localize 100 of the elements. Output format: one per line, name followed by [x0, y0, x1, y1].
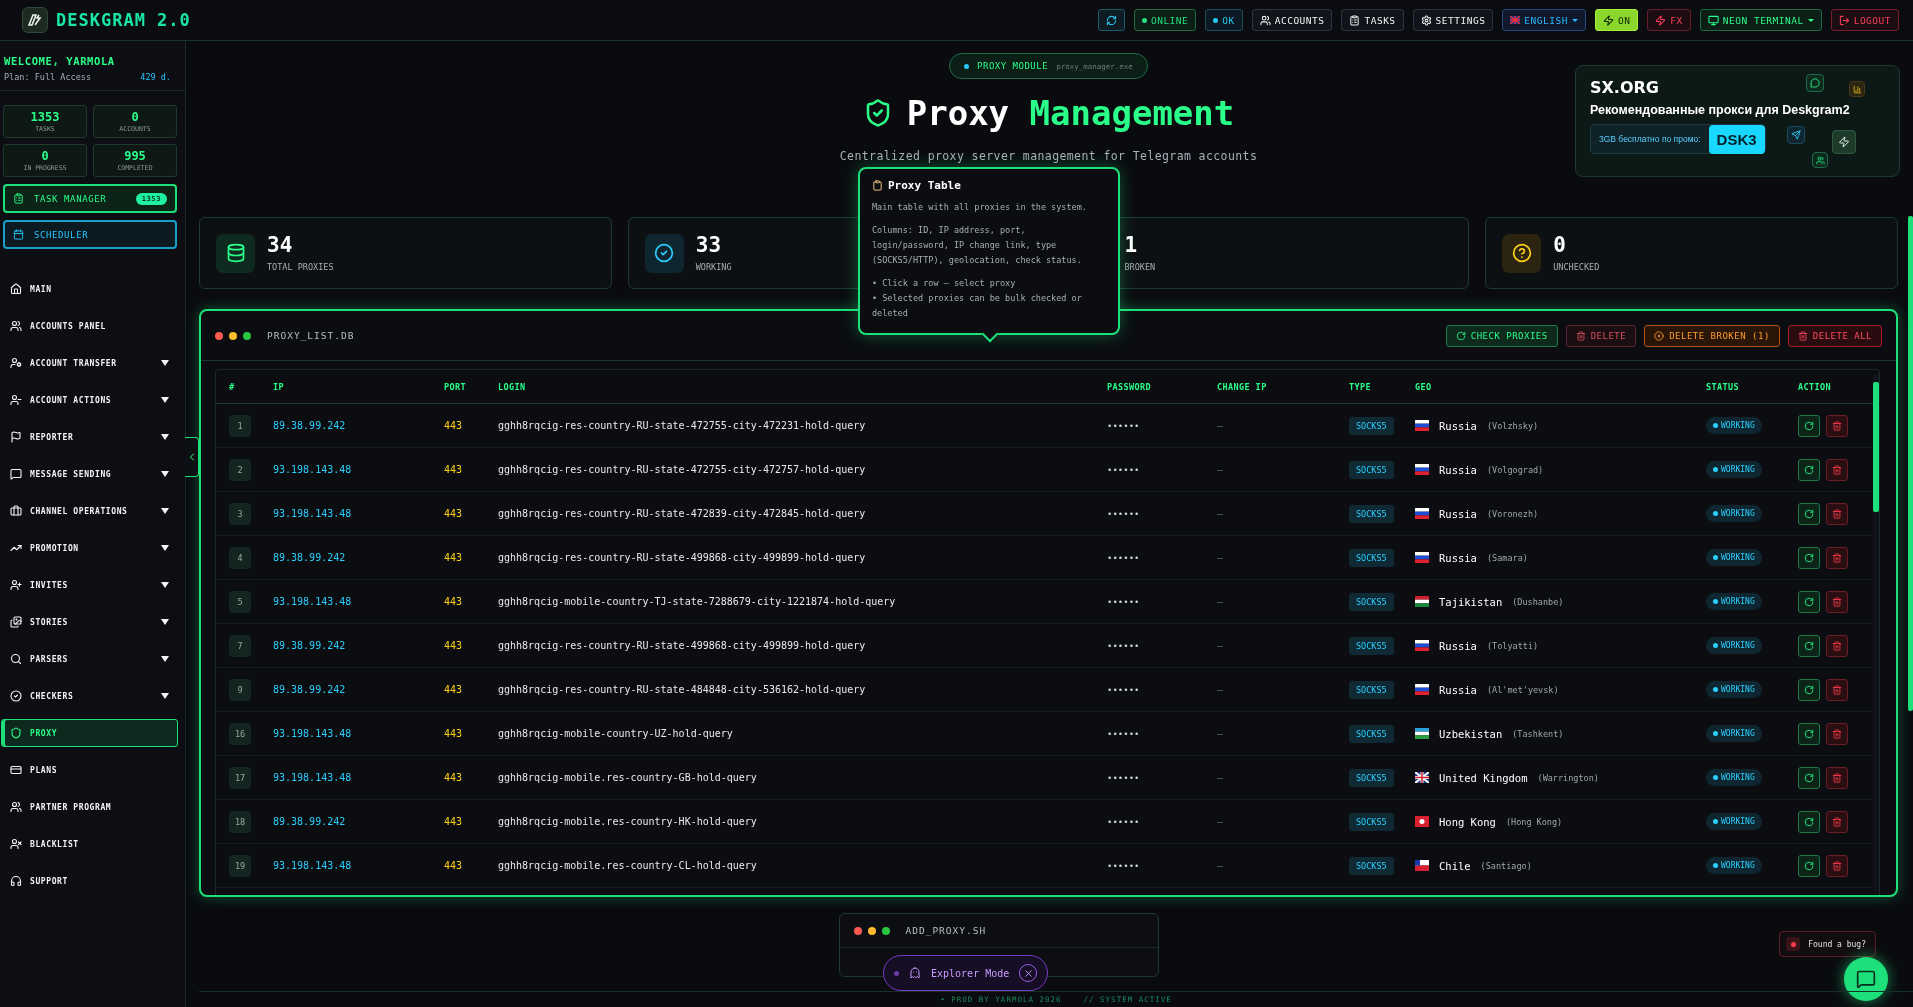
sidebar-item[interactable]: SUPPORT: [1, 867, 178, 895]
delete-button[interactable]: [1826, 414, 1848, 437]
sidebar-item[interactable]: INVITES: [1, 571, 178, 599]
refresh-button[interactable]: [1798, 502, 1820, 525]
collapse-button[interactable]: [185, 437, 199, 477]
sidebar-item[interactable]: STORIES: [1, 608, 178, 636]
refresh-icon: [1804, 552, 1814, 563]
sidebar-item[interactable]: ACCOUNT TRANSFER: [1, 349, 178, 377]
bug-report-button[interactable]: Found a bug?: [1779, 931, 1876, 957]
refresh-button[interactable]: [1798, 678, 1820, 701]
logout-button[interactable]: LOGOUT: [1830, 9, 1899, 31]
sidebar-item[interactable]: CHANNEL OPERATIONS: [1, 497, 178, 525]
promo-code: DSK3: [1708, 124, 1765, 154]
delete-button[interactable]: [1826, 502, 1848, 525]
table-row[interactable]: 5 93.198.143.48 443 gghh8rqcig-mobile-country-TJ-state-7288679-city-1221874-hold-query •••••• — SOCKS5 Tajikistan (Dushanbe) WORKING: [216, 580, 1873, 624]
flag-icon: [1415, 640, 1429, 651]
type-tag: SOCKS5: [1349, 812, 1394, 831]
toggle-button[interactable]: ON: [1594, 9, 1639, 31]
refresh-button[interactable]: [1798, 854, 1820, 877]
sidebar-item[interactable]: ACCOUNTS PANEL: [1, 312, 178, 340]
chat-icon: [10, 468, 22, 480]
login-cell-text: gghh8rqcig-res-country-RU-state-472755-city-472757-hold-query: [498, 464, 867, 475]
delete-button[interactable]: [1826, 722, 1848, 745]
nav-button[interactable]: SETTINGS: [1412, 9, 1494, 31]
scrollbar[interactable]: [1908, 216, 1913, 711]
table-row[interactable]: 17 93.198.143.48 443 gghh8rqcig-mobile.res-country-GB-hold-query •••••• — SOCKS5 United Kingdom (Warrington) WORKING: [216, 756, 1873, 800]
delete-button[interactable]: [1826, 458, 1848, 481]
delete-button[interactable]: [1826, 854, 1848, 877]
refresh-button[interactable]: [1798, 414, 1820, 437]
check-button[interactable]: CHECK PROXIES: [1445, 324, 1558, 347]
city-text: (Tashkent): [1512, 728, 1564, 739]
sidebar-item[interactable]: PARTNER PROGRAM: [1, 793, 178, 821]
sidebar-item[interactable]: MESSAGE SENDING: [1, 460, 178, 488]
nav-button[interactable]: TASKS: [1341, 9, 1404, 31]
table-row[interactable]: 18 89.38.99.242 443 gghh8rqcig-mobile.res-country-HK-hold-query •••••• — SOCKS5 Hong Kong (Hong Kong) WORKING: [216, 800, 1873, 844]
change-ip-cell-text: —: [1217, 552, 1225, 563]
type-tag: SOCKS5: [1349, 636, 1394, 655]
table-row[interactable]: 7 89.38.99.242 443 gghh8rqcig-res-country-RU-state-499868-city-499899-hold-query •••••• — SOCKS5 Russia (Tolyatti) WORKING: [216, 624, 1873, 668]
delete-button[interactable]: [1826, 634, 1848, 657]
sidebar-item[interactable]: ACCOUNT ACTIONS: [1, 386, 178, 414]
refresh-button[interactable]: [1798, 458, 1820, 481]
delete-button[interactable]: [1826, 766, 1848, 789]
delete-button[interactable]: [1826, 590, 1848, 613]
refresh-button[interactable]: [1798, 810, 1820, 833]
table-row[interactable]: 9 89.38.99.242 443 gghh8rqcig-res-country-RU-state-484848-city-536162-hold-query •••••• — SOCKS5 Russia (Al'met'yevsk) WORKING: [216, 668, 1873, 712]
sidebar-item[interactable]: PROXY: [1, 719, 178, 747]
change-ip-cell-text: —: [1217, 684, 1225, 695]
sidebar-item[interactable]: PARSERS: [1, 645, 178, 673]
table-row[interactable]: 2 93.198.143.48 443 gghh8rqcig-res-country-RU-state-472755-city-472757-hold-query •••••• — SOCKS5 Russia (Volgograd) WORKING: [216, 448, 1873, 492]
stat-value: 33: [695, 234, 723, 256]
trash-icon: [1832, 728, 1842, 739]
refresh-button[interactable]: [1798, 590, 1820, 613]
sidebar-item[interactable]: CHECKERS: [1, 682, 178, 710]
type-tag: SOCKS5: [1349, 460, 1394, 479]
status-chip[interactable]: ONLINE: [1133, 9, 1197, 31]
dropdown-button[interactable]: NEON TERMINAL: [1699, 9, 1822, 31]
user-gear-icon: [10, 357, 22, 369]
promo-banner[interactable]: SX.ORG Рекомендованные прокси для Deskgram2 3GB бесплатно по промо: DSK3: [1575, 65, 1900, 177]
users-icon: [10, 801, 22, 813]
explorer-mode-button[interactable]: Explorer Mode: [883, 955, 1049, 991]
scrollbar[interactable]: [1873, 374, 1879, 891]
delete-button[interactable]: [1826, 810, 1848, 833]
refresh-icon: [1804, 640, 1814, 651]
refresh-button[interactable]: [1798, 722, 1820, 745]
status-pill: WORKING: [1706, 681, 1762, 698]
delete-button[interactable]: [1826, 546, 1848, 569]
stat-value: 0: [1553, 234, 1567, 256]
trash-icon: [1832, 420, 1842, 431]
port-cell-text: 443: [444, 728, 464, 739]
delete-button[interactable]: DELETE BROKEN (1): [1644, 324, 1780, 347]
table-row[interactable]: 19 93.198.143.48 443 gghh8rqcig-mobile.res-country-CL-hold-query •••••• — SOCKS5 Chile (Santiago) WORKING: [216, 844, 1873, 888]
chat-button[interactable]: [1844, 957, 1888, 1001]
sidebar-item[interactable]: PROMOTION: [1, 534, 178, 562]
status-chip[interactable]: OK: [1205, 9, 1243, 31]
refresh-button[interactable]: [1798, 634, 1820, 657]
refresh-button[interactable]: [1798, 546, 1820, 569]
card-icon: [10, 764, 22, 776]
refresh-button[interactable]: [1097, 9, 1125, 31]
sidebar-item[interactable]: MAIN: [1, 275, 178, 303]
refresh-icon: [1804, 508, 1814, 519]
check-circle-icon: [10, 690, 22, 702]
dropdown-button[interactable]: ENGLISH: [1502, 9, 1586, 31]
nav-button[interactable]: FX: [1647, 9, 1691, 31]
sidebar-item[interactable]: BLACKLIST: [1, 830, 178, 858]
nav-button[interactable]: ACCOUNTS: [1251, 9, 1333, 31]
user-plus-icon: [10, 579, 22, 591]
table-row[interactable]: 16 93.198.143.48 443 gghh8rqcig-mobile-country-UZ-hold-query •••••• — SOCKS5 Uzbekistan (Tashkent) WORKING: [216, 712, 1873, 756]
table-row[interactable]: 3 93.198.143.48 443 gghh8rqcig-res-country-RU-state-472839-city-472845-hold-query •••••• — SOCKS5 Russia (Voronezh) WORKING: [216, 492, 1873, 536]
table-row[interactable]: 4 89.38.99.242 443 gghh8rqcig-res-country-RU-state-499868-city-499899-hold-query •••••• — SOCKS5 Russia (Samara) WORKING: [216, 536, 1873, 580]
flag-icon: [1415, 728, 1429, 739]
scheduler-button[interactable]: SCHEDULER: [3, 220, 177, 249]
delete-button[interactable]: DELETE ALL: [1787, 324, 1882, 347]
sidebar-item[interactable]: REPORTER: [1, 423, 178, 451]
column-header: STATUS: [1706, 381, 1741, 392]
sidebar-item[interactable]: PLANS: [1, 756, 178, 784]
status-pill: WORKING: [1706, 593, 1762, 610]
refresh-button[interactable]: [1798, 766, 1820, 789]
row-number: 17: [229, 766, 251, 789]
delete-button[interactable]: [1826, 678, 1848, 701]
table-row[interactable]: 1 89.38.99.242 443 gghh8rqcig-res-country-RU-state-472755-city-472231-hold-query •••••• — SOCKS5 Russia (Volzhsky) WORKING: [216, 404, 1873, 448]
